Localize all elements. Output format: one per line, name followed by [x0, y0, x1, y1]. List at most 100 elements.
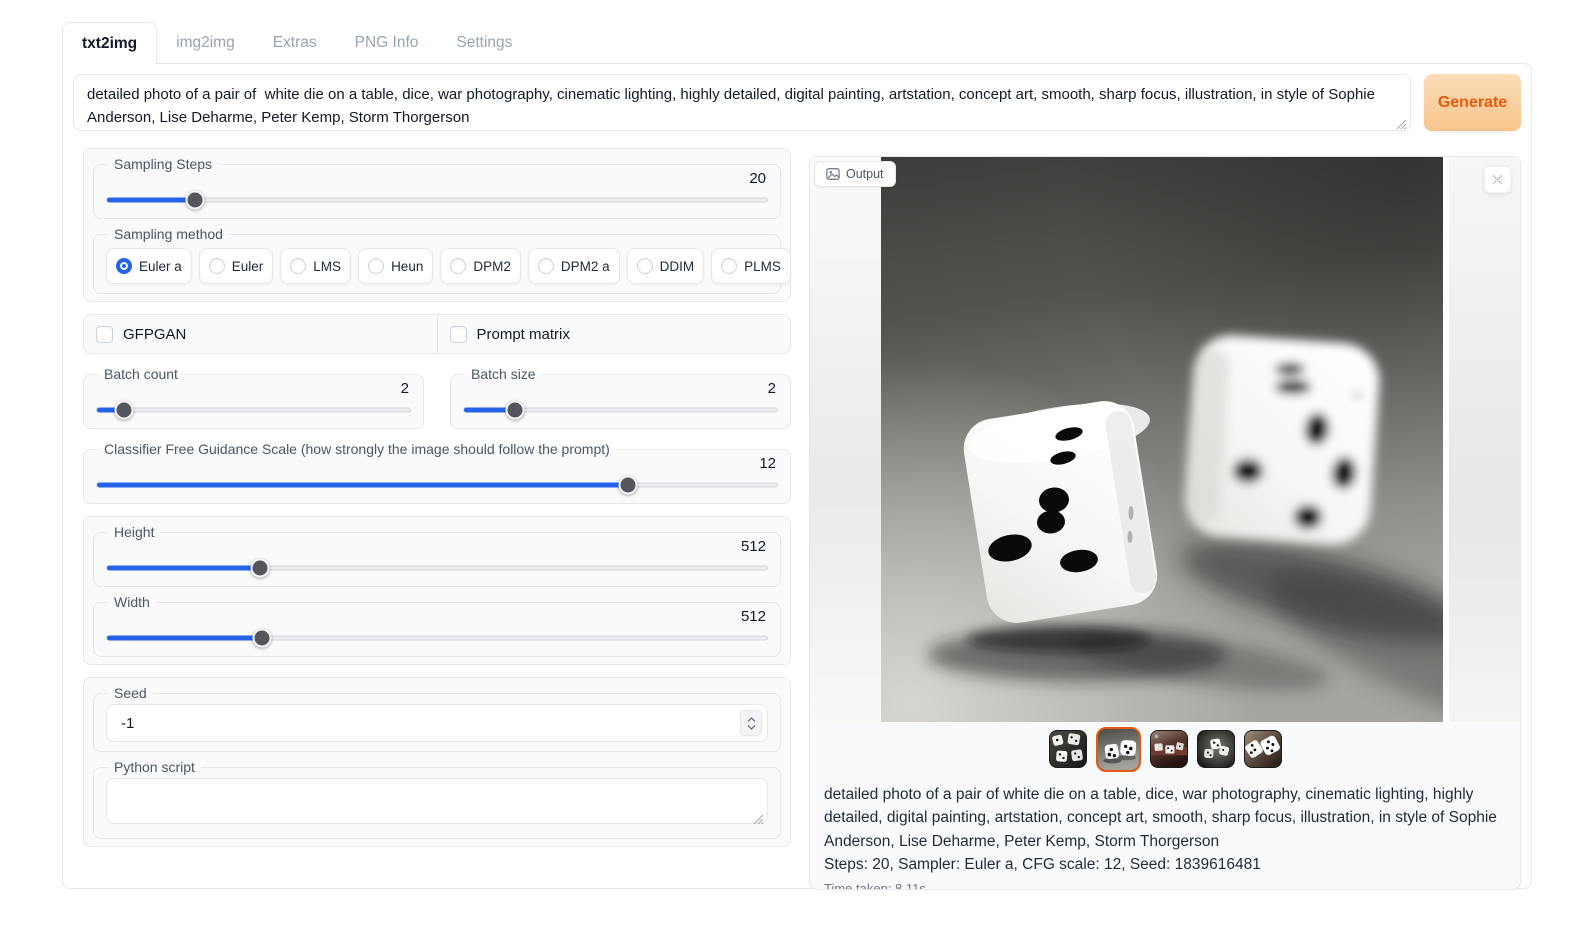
sampler-label: Heun [391, 259, 423, 274]
tab-extras[interactable]: Extras [254, 22, 336, 63]
sampler-heun[interactable]: Heun [358, 248, 433, 284]
python-script-group: Python script [93, 759, 781, 839]
thumbnail-strip [810, 722, 1520, 776]
sampler-label: DDIM [660, 259, 695, 274]
tab-settings[interactable]: Settings [437, 22, 531, 63]
slider-thumb[interactable] [618, 475, 637, 494]
python-script-label: Python script [108, 759, 201, 775]
resize-handle-icon[interactable] [753, 814, 764, 825]
prompt-input[interactable] [73, 74, 1411, 131]
seed-input[interactable] [106, 704, 768, 742]
cfg-scale-group: Classifier Free Guidance Scale (how stro… [83, 441, 791, 504]
output-gallery: Output [810, 157, 1520, 722]
main-panel: Generate Sampling Steps 20 Samp [62, 63, 1532, 889]
gfpgan-label: GFPGAN [123, 326, 186, 343]
resize-handle-icon[interactable] [1396, 119, 1407, 130]
slider-thumb[interactable] [251, 558, 270, 577]
sampling-panel: Sampling Steps 20 Sampling method Eul [83, 148, 791, 302]
prompt-matrix-label: Prompt matrix [477, 326, 570, 343]
width-slider[interactable] [106, 628, 768, 647]
height-slider[interactable] [106, 558, 768, 577]
radio-icon [721, 258, 737, 274]
slider-thumb[interactable] [115, 400, 134, 419]
slider-thumb[interactable] [252, 628, 271, 647]
sampling-steps-slider[interactable] [106, 190, 768, 209]
thumbnail-4[interactable] [1197, 730, 1235, 768]
image-icon [826, 167, 840, 181]
chevron-down-icon[interactable] [747, 724, 756, 730]
cfg-scale-slider[interactable] [96, 475, 778, 494]
options-panel: GFPGAN Prompt matrix [83, 314, 791, 354]
tab-img2img[interactable]: img2img [157, 22, 254, 63]
radio-icon [637, 258, 653, 274]
generated-image[interactable] [881, 157, 1443, 722]
radio-icon [450, 258, 466, 274]
close-icon [1492, 174, 1503, 185]
batch-count-slider[interactable] [96, 400, 411, 419]
batch-size-label: Batch size [465, 366, 542, 382]
radio-icon [538, 258, 554, 274]
close-button[interactable] [1484, 166, 1511, 193]
generation-info: detailed photo of a pair of white die on… [810, 776, 1520, 890]
sampling-method-label: Sampling method [108, 226, 229, 242]
sampler-plms[interactable]: PLMS [711, 248, 791, 284]
output-prompt-text: detailed photo of a pair of white die on… [824, 783, 1506, 853]
seed-group: Seed [93, 685, 781, 752]
sampling-method-group: Sampling method Euler a Euler [93, 226, 781, 294]
sampler-label: LMS [313, 259, 341, 274]
thumbnail-2-selected[interactable] [1096, 727, 1141, 772]
sampler-label: DPM2 a [561, 259, 610, 274]
tab-txt2img[interactable]: txt2img [62, 22, 157, 64]
batch-row: Batch count 2 Batch size 2 [83, 366, 791, 429]
tab-bar: txt2img img2img Extras PNG Info Settings [62, 22, 1532, 63]
width-value: 512 [106, 608, 766, 625]
settings-column: Sampling Steps 20 Sampling method Eul [83, 148, 791, 847]
tab-png-info[interactable]: PNG Info [336, 22, 438, 63]
sampler-ddim[interactable]: DDIM [627, 248, 705, 284]
sampler-dpm2[interactable]: DPM2 [440, 248, 521, 284]
cfg-scale-value: 12 [96, 455, 776, 472]
sampling-steps-label: Sampling Steps [108, 156, 218, 172]
sampler-dpm2-a[interactable]: DPM2 a [528, 248, 620, 284]
sampling-steps-value: 20 [106, 170, 766, 187]
thumbnail-3[interactable] [1150, 730, 1188, 768]
chevron-up-icon[interactable] [747, 717, 756, 723]
width-group: Width 512 [93, 594, 781, 657]
sampler-euler-a[interactable]: Euler a [106, 248, 192, 284]
batch-size-value: 2 [463, 380, 776, 397]
sampler-label: PLMS [744, 259, 781, 274]
gallery-backdrop [1449, 157, 1520, 722]
seed-stepper[interactable] [740, 710, 762, 736]
thumbnail-1[interactable] [1049, 730, 1087, 768]
gfpgan-checkbox[interactable] [96, 326, 113, 343]
radio-icon [209, 258, 225, 274]
output-label-chip: Output [814, 161, 896, 187]
sampler-label: DPM2 [473, 259, 511, 274]
gfpgan-checkbox-row[interactable]: GFPGAN [84, 315, 437, 353]
sampler-options: Euler a Euler LMS [106, 242, 768, 284]
radio-icon [290, 258, 306, 274]
sampler-label: Euler [232, 259, 264, 274]
output-params-text: Steps: 20, Sampler: Euler a, CFG scale: … [824, 853, 1506, 876]
batch-size-slider[interactable] [463, 400, 778, 419]
seed-label: Seed [108, 685, 153, 701]
sampler-euler[interactable]: Euler [199, 248, 274, 284]
prompt-matrix-checkbox-row[interactable]: Prompt matrix [437, 315, 791, 353]
cfg-scale-label: Classifier Free Guidance Scale (how stro… [98, 441, 616, 457]
width-label: Width [108, 594, 156, 610]
generate-button[interactable]: Generate [1424, 74, 1521, 131]
sampling-steps-group: Sampling Steps 20 [93, 156, 781, 219]
python-script-input[interactable] [106, 778, 768, 824]
radio-icon [368, 258, 384, 274]
sampler-lms[interactable]: LMS [280, 248, 351, 284]
height-group: Height 512 [93, 524, 781, 587]
prompt-row: Generate [73, 74, 1521, 136]
output-label: Output [846, 167, 884, 181]
radio-icon [116, 258, 132, 274]
batch-size-group: Batch size 2 [450, 366, 791, 429]
dimensions-panel: Height 512 Width 512 [83, 516, 791, 665]
prompt-matrix-checkbox[interactable] [450, 326, 467, 343]
slider-thumb[interactable] [186, 190, 205, 209]
thumbnail-5[interactable] [1244, 730, 1282, 768]
slider-thumb[interactable] [505, 400, 524, 419]
